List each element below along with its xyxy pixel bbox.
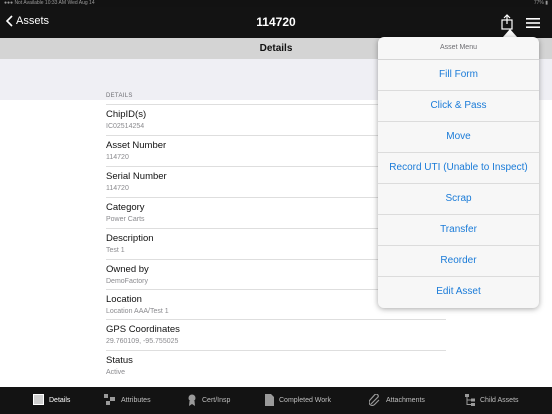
tab-label: Completed Work <box>279 397 332 404</box>
tab-attachments[interactable]: Attachments <box>368 387 425 414</box>
detail-label: GPS Coordinates <box>106 324 180 335</box>
detail-row-status: Status Active <box>106 350 446 382</box>
tab-label: Cert/Insp <box>202 397 231 404</box>
menu-item-scrap[interactable]: Scrap <box>378 184 539 215</box>
menu-item-edit-asset[interactable]: Edit Asset <box>378 277 539 308</box>
detail-value: DemoFactory <box>106 278 149 285</box>
hierarchy-icon <box>465 393 475 408</box>
tab-label: Attachments <box>386 397 425 404</box>
section-label: DETAILS <box>106 93 133 99</box>
menu-item-click-and-pass[interactable]: Click & Pass <box>378 91 539 122</box>
detail-label: Asset Number <box>106 140 167 151</box>
detail-label: Description <box>106 233 154 244</box>
tab-label: Child Assets <box>480 397 519 404</box>
detail-label: Serial Number <box>106 171 167 182</box>
tab-details[interactable]: Details <box>33 387 70 414</box>
tab-bar: Details Attributes Cert/Insp Completed W… <box>0 387 552 414</box>
tab-label: Attributes <box>121 397 151 404</box>
menu-item-fill-form[interactable]: Fill Form <box>378 60 539 91</box>
tab-attributes[interactable]: Attributes <box>104 387 151 414</box>
hamburger-menu-icon[interactable] <box>526 17 540 29</box>
attributes-icon <box>104 394 116 407</box>
status-right: 77% ▮ <box>533 0 548 6</box>
certificate-icon <box>187 394 197 408</box>
detail-label: ChipID(s) <box>106 109 147 120</box>
detail-label: Owned by <box>106 264 149 275</box>
status-left: ●●● Not Available 10:33 AM Wed Aug 14 <box>4 0 95 6</box>
detail-value: 114720 <box>106 185 129 192</box>
asset-menu-title: Asset Menu <box>378 37 539 60</box>
detail-value: Test 1 <box>106 247 125 254</box>
detail-value: IC02514254 <box>106 123 145 130</box>
menu-item-move[interactable]: Move <box>378 122 539 153</box>
detail-row-gps-coordinates: GPS Coordinates 29.760109, -95.755025 <box>106 319 446 351</box>
detail-value: Active <box>106 369 126 376</box>
popover-arrow <box>503 29 517 37</box>
tab-child-assets[interactable]: Child Assets <box>465 387 519 414</box>
detail-label: Location <box>106 294 142 305</box>
detail-label: Status <box>106 355 133 366</box>
detail-label: Category <box>106 202 145 213</box>
detail-value: 114720 <box>106 154 129 161</box>
tab-cert-insp[interactable]: Cert/Insp <box>187 387 230 414</box>
detail-value: 29.760109, -95.755025 <box>106 338 179 345</box>
paperclip-icon <box>368 393 381 408</box>
share-icon[interactable] <box>500 14 514 30</box>
menu-item-record-uti[interactable]: Record UTI (Unable to Inspect) <box>378 153 539 184</box>
tab-completed-work[interactable]: Completed Work <box>265 387 331 414</box>
detail-value: Power Carts <box>106 216 145 223</box>
details-icon <box>33 394 44 407</box>
page-title: 114720 <box>256 15 296 29</box>
tab-label: Details <box>49 397 71 404</box>
status-bar: ●●● Not Available 10:33 AM Wed Aug 14 77… <box>0 0 552 7</box>
detail-value: Location AAA/Test 1 <box>106 308 169 315</box>
menu-item-reorder[interactable]: Reorder <box>378 246 539 277</box>
document-icon <box>265 393 274 408</box>
menu-item-transfer[interactable]: Transfer <box>378 215 539 246</box>
asset-menu-popover: Asset Menu Fill Form Click & Pass Move R… <box>378 37 539 308</box>
navigation-bar: Assets 114720 <box>0 7 552 38</box>
